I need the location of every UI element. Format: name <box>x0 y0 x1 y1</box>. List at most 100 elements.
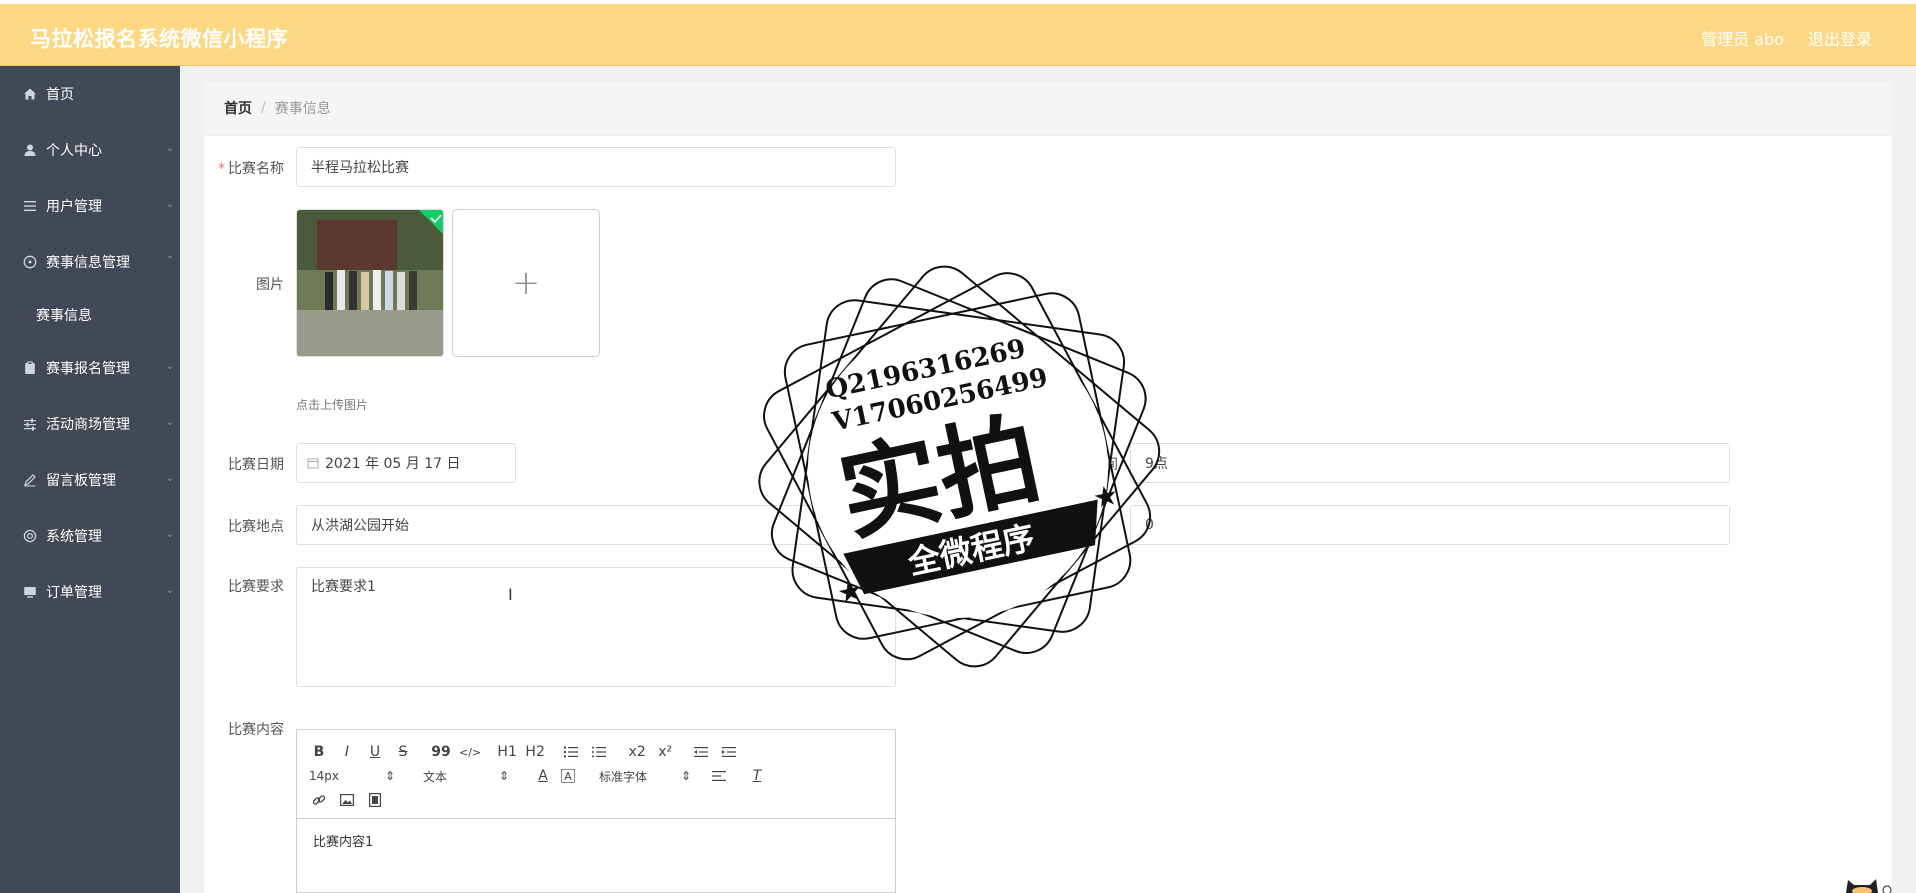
paragraph-select[interactable]: 文本 ⇕ <box>423 768 509 785</box>
event-requirements-label: 比赛要求 <box>228 579 284 595</box>
event-date-picker[interactable]: 2021 年 05 月 17 日 <box>296 443 516 483</box>
plus-icon: + <box>511 263 541 303</box>
strikethrough-button[interactable]: S <box>393 742 413 762</box>
blockquote-button[interactable]: 99 <box>431 742 451 762</box>
breadcrumb: 首页 / 赛事信息 <box>204 82 1892 134</box>
sidebar-item-label: 留言板管理 <box>46 473 116 489</box>
align-icon[interactable] <box>709 766 729 786</box>
heading1-button[interactable]: H1 <box>497 742 517 762</box>
sliders-icon <box>22 416 38 432</box>
clipboard-icon <box>22 360 38 376</box>
select-arrows-icon: ⇕ <box>498 769 509 783</box>
sidebar-item-home[interactable]: 首页 <box>0 66 180 122</box>
event-time-input[interactable]: 9点 <box>1130 443 1730 483</box>
logout-button[interactable]: 退出登录 <box>1808 26 1872 50</box>
sidebar-item-label: 用户管理 <box>46 199 102 215</box>
edit-icon <box>22 472 38 488</box>
sidebar-item-label: 个人中心 <box>46 143 102 159</box>
event-location-input[interactable]: 从洪湖公园开始 <box>296 505 896 545</box>
mascot-icon <box>1846 879 1892 893</box>
event-time-label: 比赛时间 <box>1062 457 1118 473</box>
sidebar-item-label: 订单管理 <box>46 585 102 601</box>
sidebar-item-profile[interactable]: 个人中心 ⌄ <box>0 122 180 178</box>
sidebar-item-label: 赛事报名管理 <box>46 361 130 377</box>
breadcrumb-separator: / <box>261 100 266 116</box>
sidebar: 首页 个人中心 ⌄ 用户管理 ⌄ 赛事信息管理 ⌃ 赛事信息 赛事报名管理 ⌄ <box>0 66 180 893</box>
superscript-button[interactable]: x² <box>655 742 675 762</box>
event-content-label: 比赛内容 <box>228 722 284 738</box>
event-name-input[interactable]: 半程马拉松比赛 <box>296 147 896 187</box>
video-icon[interactable] <box>365 790 385 810</box>
sidebar-item-label: 赛事信息管理 <box>46 255 130 271</box>
editor-content-area[interactable]: 比赛内容1 <box>297 819 895 862</box>
sidebar-item-label: 系统管理 <box>46 529 102 545</box>
event-photo-thumbnail[interactable] <box>296 209 444 357</box>
app-title: 马拉松报名系统微信小程序 <box>30 27 288 51</box>
chevron-down-icon: ⌄ <box>165 143 174 154</box>
admin-label[interactable]: 管理员 abo <box>1701 26 1784 50</box>
header-user-area: 管理员 abo 退出登录 <box>1701 26 1872 50</box>
font-size-value: 14px <box>309 769 339 783</box>
sidebar-item-order-mgmt[interactable]: 订单管理 ⌄ <box>0 564 180 620</box>
chevron-down-icon: ⌄ <box>165 473 174 484</box>
chevron-down-icon: ⌄ <box>165 529 174 540</box>
sidebar-item-label: 活动商场管理 <box>46 417 130 433</box>
sidebar-subitem-event-info[interactable]: 赛事信息 <box>0 290 180 340</box>
font-family-value: 标准字体 <box>599 769 648 784</box>
italic-button[interactable]: I <box>337 742 357 762</box>
event-date-value: 2021 年 05 月 17 日 <box>325 456 461 472</box>
list-icon <box>22 198 38 214</box>
monitor-icon <box>22 584 38 600</box>
select-arrows-icon: ⇕ <box>384 769 395 783</box>
event-requirements-textarea[interactable]: 比赛要求1 <box>296 567 896 687</box>
sidebar-item-mall-mgmt[interactable]: 活动商场管理 ⌄ <box>0 396 180 452</box>
text-color-icon[interactable]: A <box>533 766 553 786</box>
sidebar-item-registration-mgmt[interactable]: 赛事报名管理 ⌄ <box>0 340 180 396</box>
image-upload-button[interactable]: + <box>452 209 600 357</box>
settings-icon <box>22 528 38 544</box>
home-icon <box>22 86 38 102</box>
underline-button[interactable]: U <box>365 742 385 762</box>
background-color-icon[interactable]: A <box>561 769 575 783</box>
heading2-button[interactable]: H2 <box>525 742 545 762</box>
upload-hint: 点击上传图片 <box>296 398 369 412</box>
sidebar-item-system-mgmt[interactable]: 系统管理 ⌄ <box>0 508 180 564</box>
chevron-down-icon: ⌄ <box>165 361 174 372</box>
participant-count-input[interactable]: 0 <box>1130 505 1730 545</box>
font-family-select[interactable]: 标准字体 ⇕ <box>599 768 691 785</box>
sidebar-item-event-info-mgmt[interactable]: 赛事信息管理 ⌃ <box>0 234 180 290</box>
subscript-button[interactable]: x2 <box>627 742 647 762</box>
bold-button[interactable]: B <box>309 742 329 762</box>
rich-text-editor: B I U S 99 </> H1 H2 x2 x² 14px ⇕ 文本 ⇕ A… <box>296 729 896 893</box>
text-cursor-icon: I <box>508 585 513 604</box>
outdent-icon[interactable] <box>691 742 711 762</box>
required-mark: * <box>218 161 225 177</box>
chevron-down-icon: ⌄ <box>165 199 174 210</box>
ordered-list-icon[interactable] <box>561 742 581 762</box>
image-icon[interactable] <box>337 790 357 810</box>
code-block-button[interactable]: </> <box>459 742 481 762</box>
chevron-down-icon: ⌄ <box>165 417 174 428</box>
paragraph-value: 文本 <box>423 769 448 784</box>
bullet-list-icon[interactable] <box>589 742 609 762</box>
font-size-select[interactable]: 14px ⇕ <box>309 769 395 783</box>
event-name-label-text: 比赛名称 <box>228 161 284 177</box>
sidebar-subitem-label: 赛事信息 <box>36 308 92 324</box>
breadcrumb-home[interactable]: 首页 <box>224 98 252 118</box>
compass-icon <box>22 254 38 270</box>
sidebar-item-message-board-mgmt[interactable]: 留言板管理 ⌄ <box>0 452 180 508</box>
chevron-up-icon: ⌃ <box>165 255 174 266</box>
event-name-label: * 比赛名称 <box>204 158 284 178</box>
user-icon <box>22 142 38 158</box>
chevron-down-icon: ⌄ <box>165 585 174 596</box>
link-icon[interactable] <box>309 790 329 810</box>
top-header: 马拉松报名系统微信小程序 管理员 abo 退出登录 <box>0 0 1916 66</box>
event-location-label: 比赛地点 <box>228 519 284 535</box>
indent-icon[interactable] <box>719 742 739 762</box>
sidebar-item-users[interactable]: 用户管理 ⌄ <box>0 178 180 234</box>
calendar-icon <box>307 457 319 469</box>
image-label: 图片 <box>256 277 284 293</box>
clear-format-icon[interactable]: T <box>747 766 767 786</box>
editor-toolbar: B I U S 99 </> H1 H2 x2 x² 14px ⇕ 文本 ⇕ A… <box>297 730 895 819</box>
breadcrumb-current: 赛事信息 <box>274 101 331 117</box>
